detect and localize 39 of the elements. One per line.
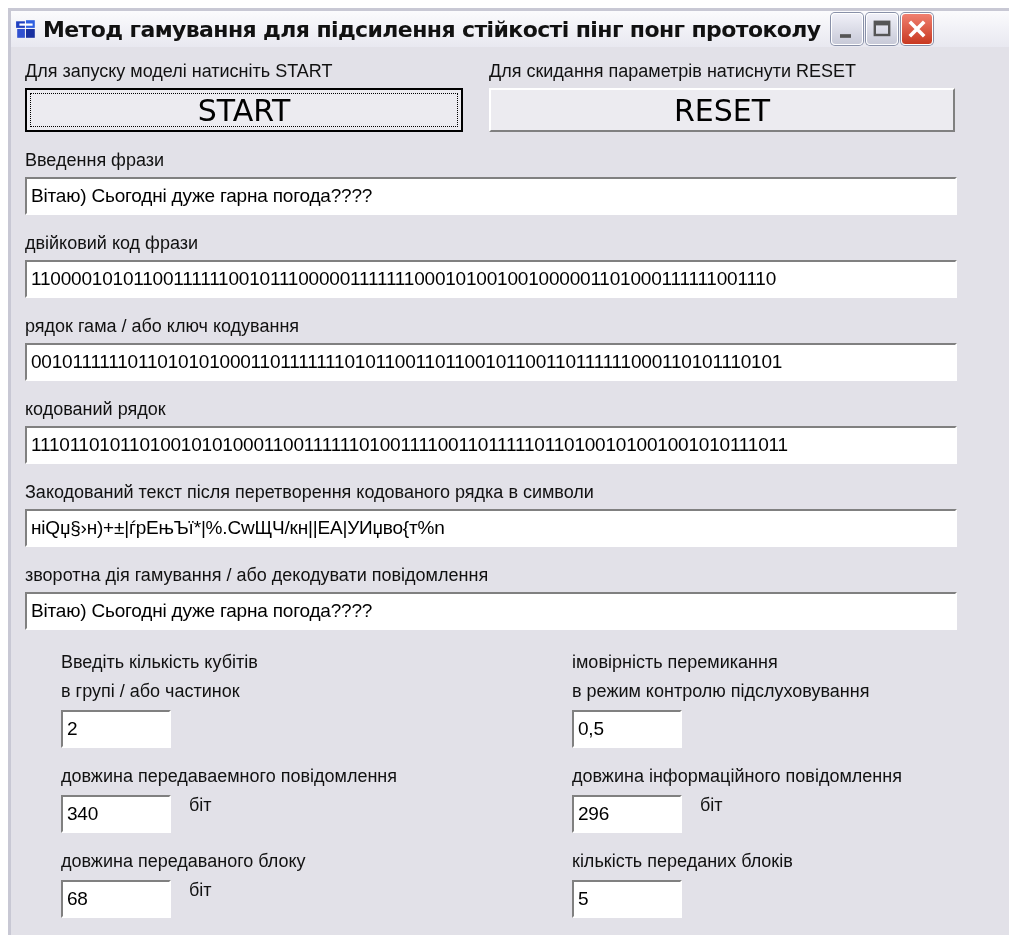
- text-field[interactable]: Вітаю) Сьогодні дуже гарна погода????: [25, 592, 957, 630]
- field-label: двійковий код фрази: [25, 233, 199, 254]
- field-label: Введення фрази: [25, 150, 166, 171]
- param-label: кількість переданих блоків: [572, 851, 794, 872]
- param-label: довжина передаваемного повідомлення: [61, 766, 399, 787]
- unit-label: біт: [700, 795, 723, 816]
- param-label: імовірність перемикання: [572, 652, 779, 673]
- number-field[interactable]: 2: [61, 710, 171, 748]
- param-label: в групі / або частинок: [61, 681, 241, 702]
- text-field[interactable]: 0010111111011010101000110111111101011001101100101100110111111000110101110101: [25, 343, 957, 381]
- param-label: довжина передаваного блоку: [61, 851, 307, 872]
- minimize-icon: [839, 34, 851, 38]
- field-label: рядок гама / або ключ кодування: [25, 316, 301, 337]
- text-field[interactable]: ніQџ§›н)+±|ѓрЕњЪї*|%.СwЩЧ/кн||ЕА|УИџво{т%n: [25, 509, 957, 547]
- number-field[interactable]: 68: [61, 880, 171, 918]
- reset-button[interactable]: RESET: [489, 88, 955, 132]
- param-label: Введіть кількість кубітів: [61, 652, 259, 673]
- maximize-button[interactable]: [865, 13, 898, 45]
- button-caption: Для запуску моделі натисніть START: [25, 61, 334, 82]
- close-button[interactable]: [900, 13, 933, 45]
- field-label: кодований рядок: [25, 399, 167, 420]
- text-field[interactable]: 110000101011001111110010111000001111111000101001001000001101000111111001110: [25, 260, 957, 298]
- param-label: в режим контролю підслуховування: [572, 681, 871, 702]
- start-button[interactable]: START: [25, 88, 463, 132]
- window-title: Метод гамування для підсилення стійкості пінг понг протоколу: [43, 16, 821, 42]
- text-field[interactable]: 1110110101101001010100011001111110100111100110111110110100101001001010111011: [25, 426, 957, 464]
- button-caption: Для скидання параметрів натиснути RESET: [489, 61, 857, 82]
- app-icon: [15, 19, 37, 39]
- field-label: Закодований текст після перетворення кодованого рядка в символи: [25, 482, 595, 503]
- field-label: зворотна дія гамування / або декодувати повідомлення: [25, 565, 490, 586]
- number-field[interactable]: 296: [572, 795, 682, 833]
- unit-label: біт: [189, 880, 212, 901]
- number-field[interactable]: 5: [572, 880, 682, 918]
- text-field[interactable]: Вітаю) Сьогодні дуже гарна погода????: [25, 177, 957, 215]
- number-field[interactable]: 340: [61, 795, 171, 833]
- number-field[interactable]: 0,5: [572, 710, 682, 748]
- param-label: довжина інформаційного повідомлення: [572, 766, 903, 787]
- minimize-button[interactable]: [830, 13, 863, 45]
- unit-label: біт: [189, 795, 212, 816]
